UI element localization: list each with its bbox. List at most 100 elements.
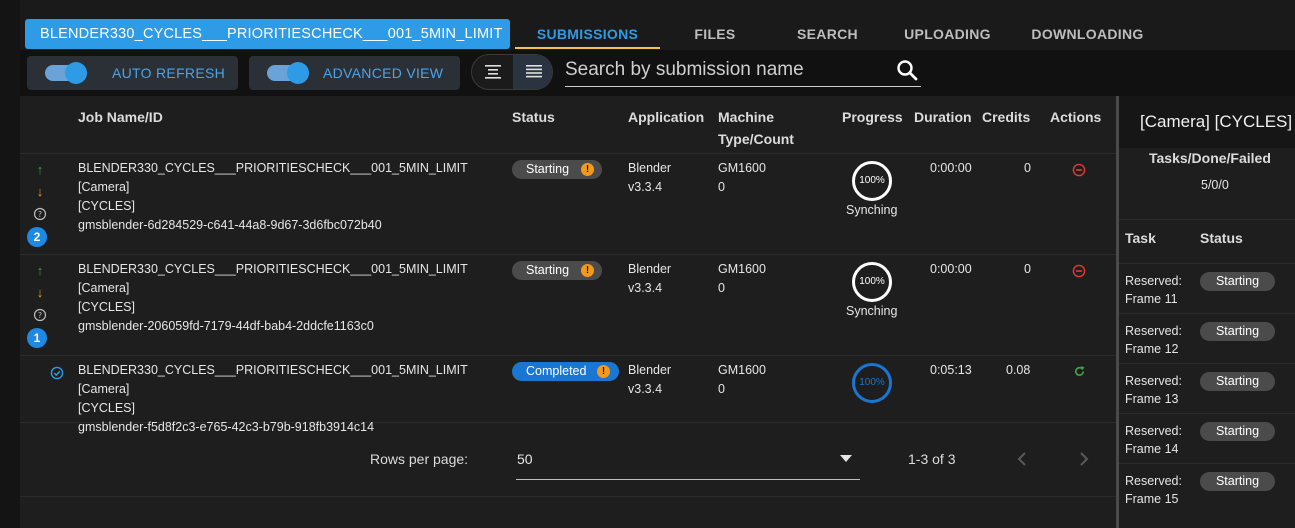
task-label: Reserved: Frame 15 [1125, 472, 1182, 508]
tab-submissions[interactable]: SUBMISSIONS [515, 19, 660, 49]
table-row[interactable]: ↑ ↓ ? 1 BLENDER330_CYCLES___PRIORITIESCH… [20, 255, 1116, 356]
rows-per-page-select[interactable]: 50 [516, 442, 860, 480]
pagination: Rows per page: 50 1-3 of 3 [20, 423, 1116, 497]
job-name[interactable]: BLENDER330_CYCLES___PRIORITIESCHECK___00… [78, 159, 503, 235]
switch-knob [287, 62, 309, 84]
tab-files[interactable]: FILES [675, 19, 755, 49]
priority-up-icon[interactable]: ↑ [32, 263, 48, 279]
advanced-view-switch[interactable] [267, 62, 309, 84]
tab-uploading[interactable]: UPLOADING [895, 19, 1000, 49]
job-name[interactable]: BLENDER330_CYCLES___PRIORITIESCHECK___00… [78, 260, 503, 336]
help-icon[interactable]: ? [32, 207, 48, 221]
app-version: v3.3.4 [628, 382, 663, 396]
machine-count: 0 [718, 382, 725, 396]
retry-icon[interactable] [1073, 365, 1086, 378]
tab-search[interactable]: SEARCH [785, 19, 870, 49]
help-icon[interactable]: ? [32, 308, 48, 322]
task-label: Reserved: Frame 11 [1125, 272, 1182, 308]
status-text: Starting [526, 162, 570, 176]
table-row[interactable]: BLENDER330_CYCLES___PRIORITIESCHECK___00… [20, 356, 1116, 434]
table-row[interactable]: ↑ ↓ ? 2 BLENDER330_CYCLES___PRIORITIESCH… [20, 154, 1116, 255]
duration: 0:00:00 [930, 161, 972, 175]
chevron-right-icon[interactable] [1072, 447, 1096, 471]
progress-label: Synching [846, 203, 898, 217]
advanced-view-toggle[interactable]: ADVANCED VIEW [249, 56, 460, 90]
panel-title: [Camera] [CYCLES] - [1119, 96, 1295, 148]
job-title-chip[interactable]: BLENDER330_CYCLES___PRIORITIESCHECK___00… [25, 19, 510, 49]
task-line2: Frame 12 [1125, 342, 1179, 356]
task-line1: Reserved: [1125, 274, 1182, 288]
job-name-line2: [CYCLES] [78, 401, 135, 415]
application: Blender v3.3.4 [628, 159, 671, 197]
summary-label: Tasks/Done/Failed [1149, 150, 1271, 166]
auto-refresh-switch[interactable] [45, 62, 87, 84]
machine-count: 0 [718, 180, 725, 194]
tab-downloading[interactable]: DOWNLOADING [1025, 19, 1150, 49]
col-credits[interactable]: Credits [982, 106, 1030, 128]
job-name-line1: BLENDER330_CYCLES___PRIORITIESCHECK___00… [78, 363, 468, 396]
col-duration[interactable]: Duration [914, 106, 972, 128]
progress-ring: 100% [852, 363, 892, 403]
status-badge: Completed ! [512, 362, 619, 381]
credits: 0 [1024, 161, 1031, 175]
task-row[interactable]: Reserved: Frame 12 Starting [1119, 313, 1295, 363]
compact-view-button[interactable] [472, 55, 513, 89]
align-center-icon [484, 65, 501, 79]
task-line2: Frame 11 [1125, 292, 1178, 306]
status-badge: Starting ! [512, 160, 602, 179]
task-row[interactable]: Reserved: Frame 13 Starting [1119, 363, 1295, 413]
chevron-left-icon[interactable] [1010, 447, 1034, 471]
tab-bar: BLENDER330_CYCLES___PRIORITIESCHECK___00… [20, 0, 1295, 50]
task-row[interactable]: Reserved: Frame 15 Starting [1119, 463, 1295, 513]
task-row[interactable]: Reserved: Frame 14 Starting [1119, 413, 1295, 463]
app-name: Blender [628, 161, 672, 175]
task-line2: Frame 13 [1125, 392, 1179, 406]
priority-badge: 2 [27, 227, 47, 247]
rows-per-page-value: 50 [517, 451, 533, 467]
col-application[interactable]: Application [628, 106, 704, 128]
machine: GM1600 0 [718, 159, 766, 197]
info-icon[interactable]: ! [597, 365, 610, 378]
machine: GM1600 0 [718, 260, 766, 298]
auto-refresh-label: AUTO REFRESH [112, 65, 226, 81]
search-icon[interactable] [895, 58, 919, 82]
info-icon[interactable]: ! [581, 163, 594, 176]
view-mode-group [471, 54, 553, 90]
machine-type: GM1600 [718, 161, 766, 175]
progress-label: Synching [846, 304, 898, 318]
col-job[interactable]: Job Name/ID [78, 106, 163, 128]
duration: 0:00:00 [930, 262, 972, 276]
col-status[interactable]: Status [512, 106, 555, 128]
task-row[interactable]: Reserved: Frame 11 Starting [1119, 263, 1295, 313]
list-lines-icon [525, 65, 542, 78]
task-line1: Reserved: [1125, 324, 1182, 338]
priority-down-icon[interactable]: ↓ [32, 184, 48, 200]
info-icon[interactable]: ! [581, 264, 594, 277]
status-text: Starting [526, 263, 570, 277]
status-badge: Starting ! [512, 261, 602, 280]
priority-down-icon[interactable]: ↓ [32, 285, 48, 301]
toolbar: AUTO REFRESH ADVANCED VIEW Search by sub… [20, 50, 1295, 96]
col-actions: Actions [1050, 109, 1102, 125]
task-status-badge: Starting [1200, 422, 1275, 441]
col-machine-line2: Type/Count [718, 131, 794, 147]
list-view-button[interactable] [513, 55, 552, 89]
cancel-icon[interactable] [1072, 163, 1086, 177]
cancel-icon[interactable] [1072, 264, 1086, 278]
app-version: v3.3.4 [628, 180, 663, 194]
app-version: v3.3.4 [628, 281, 663, 295]
search-input[interactable]: Search by submission name [565, 57, 921, 87]
col-machine[interactable]: Machine Type/Count [718, 106, 794, 150]
svg-text:?: ? [38, 311, 42, 320]
job-name-line2: [CYCLES] [78, 199, 135, 213]
task-label: Reserved: Frame 14 [1125, 422, 1182, 458]
task-line2: Frame 14 [1125, 442, 1179, 456]
col-progress[interactable]: Progress [842, 106, 903, 128]
priority-up-icon[interactable]: ↑ [32, 162, 48, 178]
auto-refresh-toggle[interactable]: AUTO REFRESH [27, 56, 238, 90]
col-task: Task [1125, 230, 1156, 246]
col-task-status: Status [1200, 230, 1243, 246]
task-status-badge: Starting [1200, 322, 1275, 341]
caret-down-icon [840, 455, 852, 462]
machine-type: GM1600 [718, 262, 766, 276]
